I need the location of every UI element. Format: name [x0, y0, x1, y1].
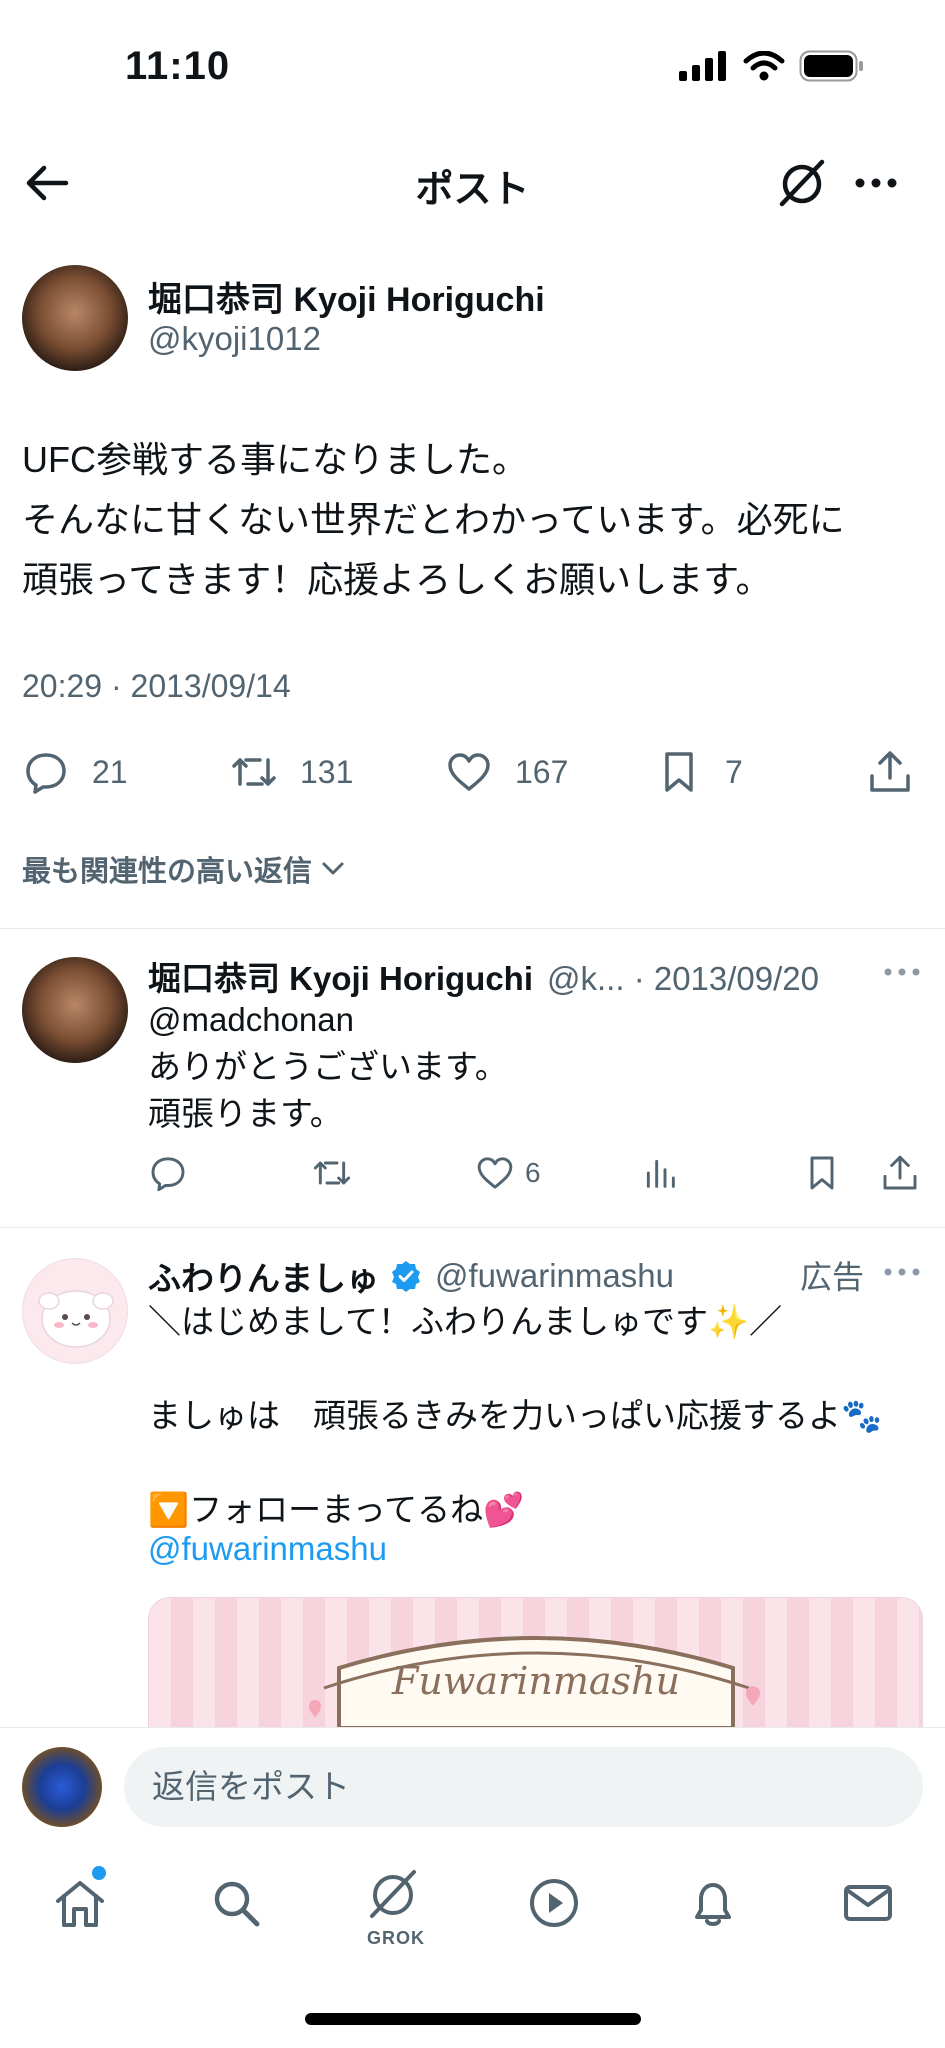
reply-share-button[interactable] [880, 1153, 920, 1193]
bookmark-icon [665, 752, 693, 792]
views-icon [646, 1159, 675, 1188]
reply-icon [26, 753, 66, 794]
reply-reply-button[interactable] [148, 1153, 188, 1193]
author-avatar[interactable] [22, 265, 128, 371]
replies-sort-label: 最も関連性の高い返信 [22, 856, 313, 888]
tab-notifications[interactable] [685, 1875, 741, 1931]
repost-icon [232, 758, 276, 786]
reply-count: 21 [92, 753, 128, 790]
more-icon [884, 968, 920, 976]
replies-sort-dropdown[interactable]: 最も関連性の高い返信 [22, 848, 348, 890]
bookmark-count: 7 [725, 753, 743, 790]
wifi-icon [743, 51, 785, 81]
like-icon [477, 1157, 513, 1189]
reply-views-button[interactable] [640, 1153, 680, 1193]
reply-like-button[interactable]: 6 [475, 1153, 541, 1193]
ad-text: ＼はじめまして！ふわりんましゅです✨／ ましゅは 頑張るきみを力いっぱい応援する… [148, 1303, 883, 1528]
mail-icon [844, 1885, 892, 1921]
reply-count-button[interactable]: 21 [22, 748, 128, 796]
reply-more-button[interactable] [882, 960, 922, 984]
tab-grok-label: GROK [367, 1928, 425, 1948]
repost-icon [313, 1161, 351, 1185]
status-time: 11:10 [125, 44, 231, 88]
play-circle-icon [530, 1879, 578, 1927]
reply-text: @madchonan ありがとうございます。 頑張ります。 [148, 1001, 508, 1132]
ad-badge: 広告 [800, 1259, 865, 1295]
reply-author-name[interactable]: 堀口恭司 Kyoji Horiguchi [148, 952, 533, 1000]
more-options-button[interactable] [852, 165, 900, 201]
status-icons [679, 50, 865, 82]
like-count-button[interactable]: 167 [445, 748, 568, 796]
post-text: UFC参戦する事になりました。 そんなに甘くない世界だとわかっています。必死に … [22, 439, 845, 600]
reply-repost-button[interactable] [312, 1153, 352, 1193]
tab-video[interactable] [526, 1875, 582, 1931]
ad-mention-link[interactable]: @fuwarinmashu [148, 1530, 387, 1568]
bookmark-icon [810, 1156, 834, 1190]
bell-icon [695, 1883, 731, 1926]
more-icon [884, 1268, 920, 1276]
reply-input[interactable] [124, 1747, 923, 1827]
signal-icon [679, 51, 726, 81]
reply-bookmark-button[interactable] [802, 1153, 842, 1193]
reply-like-count: 6 [525, 1157, 541, 1188]
ad-banner-title: Fuwarinmashu [391, 1659, 680, 1703]
post-timestamp[interactable]: 20:29 · 2013/09/14 [22, 668, 291, 705]
repost-count: 131 [300, 753, 354, 790]
ad-banner: Fuwarinmashu [309, 1636, 760, 1727]
repost-count-button[interactable]: 131 [230, 748, 353, 796]
tab-messages[interactable] [840, 1875, 896, 1931]
ad-media-image[interactable]: Fuwarinmashu [148, 1597, 923, 1727]
home-icon [56, 1881, 104, 1927]
bookmark-count-button[interactable]: 7 [655, 748, 743, 796]
mascot-icon [38, 1290, 114, 1348]
grok-icon [779, 159, 825, 207]
author-handle[interactable]: @kyoji1012 [148, 320, 321, 358]
notification-dot [92, 1866, 106, 1880]
grok-icon [370, 1870, 416, 1918]
share-button[interactable] [866, 748, 914, 796]
battery-icon [799, 50, 863, 82]
reply-icon [151, 1157, 185, 1192]
home-indicator [305, 2013, 641, 2025]
ad-more-button[interactable] [882, 1260, 922, 1284]
tab-search[interactable] [208, 1875, 264, 1931]
ad-author-avatar[interactable] [22, 1258, 128, 1364]
reply-header: 堀口恭司 Kyoji Horiguchi @k... · 2013/09/20 [148, 952, 819, 1000]
tab-grok[interactable] [362, 1862, 424, 1924]
chevron-down-icon [322, 862, 344, 875]
share-icon [870, 751, 910, 792]
ad-author-handle[interactable]: @fuwarinmashu [435, 1257, 674, 1295]
verified-badge-icon [392, 1261, 420, 1292]
search-icon [214, 1881, 260, 1927]
ad-header: ふわりんましゅ @fuwarinmashu [148, 1252, 674, 1300]
like-icon [448, 753, 490, 791]
divider [0, 1227, 945, 1228]
reply-author-avatar[interactable] [22, 957, 128, 1063]
more-icon [855, 178, 897, 188]
author-name[interactable]: 堀口恭司 Kyoji Horiguchi [148, 272, 545, 321]
tab-home[interactable] [52, 1875, 108, 1931]
grok-button[interactable] [772, 152, 832, 212]
reply-meta: @k... · 2013/09/20 [547, 960, 820, 997]
ad-author-name[interactable]: ふわりんましゅ [148, 1252, 379, 1300]
my-avatar[interactable] [22, 1747, 102, 1827]
share-icon [883, 1155, 917, 1190]
divider [0, 928, 945, 929]
like-count: 167 [515, 753, 569, 790]
